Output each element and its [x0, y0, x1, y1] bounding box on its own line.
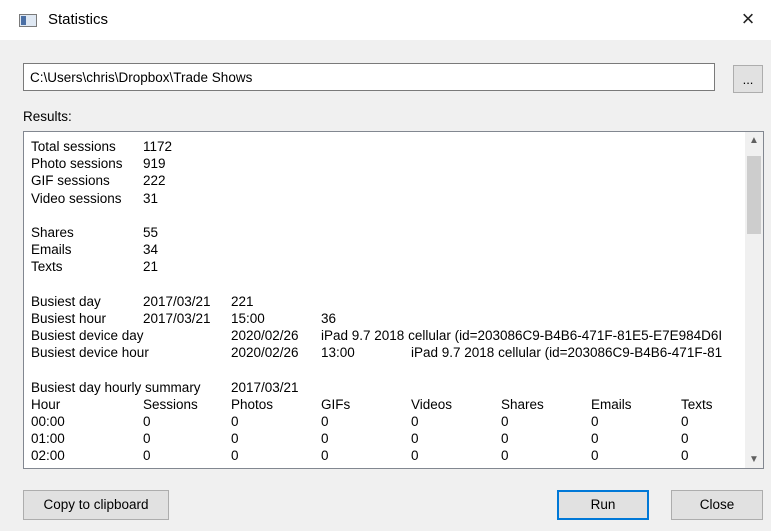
- stat-value: 1172: [143, 139, 173, 154]
- hourly-summary-date: 2017/03/21: [231, 379, 299, 395]
- results-content: Total sessions 1172 Photo sessions 919 G…: [31, 138, 743, 464]
- table-cell: 0: [591, 431, 599, 447]
- scroll-thumb[interactable]: [747, 156, 761, 234]
- stat-label: Busiest device hour: [31, 345, 149, 361]
- stat-value: 222: [143, 173, 166, 189]
- stat-date: 2020/02/26: [231, 345, 299, 361]
- column-header: Texts: [681, 396, 713, 412]
- table-cell: 0: [321, 431, 329, 447]
- stat-value: 21: [143, 259, 159, 275]
- run-button[interactable]: Run: [557, 490, 649, 520]
- stat-date: 2017/03/21: [143, 293, 211, 309]
- stat-value: 31: [143, 190, 159, 206]
- stat-date: 2017/03/21: [143, 310, 211, 326]
- scroll-down-icon[interactable]: ▼: [745, 451, 763, 468]
- stat-row-busiest-hour: Busiest hour 2017/03/21 15:00 36: [31, 310, 743, 327]
- stat-label: Video sessions: [31, 190, 122, 206]
- stat-label: Photo sessions: [31, 156, 123, 172]
- scroll-up-icon[interactable]: ▲: [745, 132, 763, 149]
- stat-date: 2020/02/26: [231, 328, 299, 344]
- stat-row-shares: Shares 55: [31, 224, 743, 241]
- table-cell: 0: [143, 431, 151, 447]
- stat-time: 13:00: [321, 345, 355, 361]
- stat-row-photo-sessions: Photo sessions 919: [31, 155, 743, 172]
- browse-button[interactable]: ...: [733, 65, 763, 93]
- table-cell: 0: [321, 414, 329, 429]
- hourly-summary-title-row: Busiest day hourly summary 2017/03/21: [31, 379, 743, 396]
- hourly-table-header: Hour Sessions Photos GIFs Videos Shares …: [31, 396, 743, 413]
- column-header: Hour: [31, 396, 61, 412]
- copy-to-clipboard-button[interactable]: Copy to clipboard: [23, 490, 169, 520]
- stat-label: GIF sessions: [31, 173, 110, 189]
- table-cell: 0: [143, 414, 151, 429]
- table-cell: 0: [231, 414, 239, 429]
- stat-time: 15:00: [231, 310, 265, 326]
- table-cell: 0: [681, 414, 689, 429]
- stat-row-busiest-device-day: Busiest device day 2020/02/26 iPad 9.7 2…: [31, 327, 743, 344]
- table-row: 02:00 0 0 0 0 0 0 0: [31, 447, 743, 464]
- stat-row-emails: Emails 34: [31, 241, 743, 258]
- stat-row-gif-sessions: GIF sessions 222: [31, 172, 743, 189]
- stat-label: Busiest day: [31, 293, 101, 309]
- column-header: GIFs: [321, 396, 351, 412]
- title-bar: Statistics ×: [0, 0, 771, 40]
- stat-label: Emails: [31, 242, 72, 258]
- table-cell: 00:00: [31, 414, 65, 429]
- stat-label: Shares: [31, 224, 74, 240]
- hourly-summary-label: Busiest day hourly summary: [31, 379, 201, 395]
- stat-device: iPad 9.7 2018 cellular (id=203086C9-B4B6…: [411, 345, 723, 361]
- stat-row-video-sessions: Video sessions 31: [31, 190, 743, 207]
- window-title: Statistics: [48, 11, 109, 28]
- column-header: Photos: [231, 396, 274, 412]
- table-row: 01:00 0 0 0 0 0 0 0: [31, 430, 743, 447]
- table-cell: 0: [501, 448, 509, 464]
- stat-label: Texts: [31, 259, 63, 275]
- stat-label: Total sessions: [31, 139, 116, 154]
- folder-path-field[interactable]: [23, 63, 715, 91]
- stat-label: Busiest device day: [31, 328, 144, 344]
- stat-device: iPad 9.7 2018 cellular (id=203086C9-B4B6…: [321, 328, 723, 344]
- column-header: Sessions: [143, 396, 198, 412]
- stat-value: 221: [231, 293, 254, 309]
- column-header: Emails: [591, 396, 632, 412]
- results-label: Results:: [23, 109, 72, 124]
- app-window-icon: [19, 14, 37, 27]
- table-cell: 0: [143, 448, 151, 464]
- table-cell: 0: [411, 448, 419, 464]
- column-header: Shares: [501, 396, 544, 412]
- column-header: Videos: [411, 396, 453, 412]
- stat-value: 36: [321, 310, 337, 326]
- stat-row-busiest-day: Busiest day 2017/03/21 221: [31, 293, 743, 310]
- stat-row-texts: Texts 21: [31, 258, 743, 275]
- table-cell: 0: [231, 431, 239, 447]
- table-cell: 0: [411, 431, 419, 447]
- results-text-area[interactable]: Total sessions 1172 Photo sessions 919 G…: [23, 131, 764, 469]
- table-cell: 02:00: [31, 448, 65, 464]
- table-cell: 0: [231, 448, 239, 464]
- table-cell: 01:00: [31, 431, 65, 447]
- stat-row-total-sessions: Total sessions 1172: [31, 138, 743, 155]
- vertical-scrollbar[interactable]: ▲ ▼: [745, 132, 763, 468]
- stat-value: 34: [143, 242, 159, 258]
- table-cell: 0: [591, 414, 599, 429]
- table-cell: 0: [681, 431, 689, 447]
- stat-value: 55: [143, 224, 159, 240]
- stat-value: 919: [143, 156, 166, 172]
- table-cell: 0: [501, 414, 509, 429]
- stat-row-busiest-device-hour: Busiest device hour 2020/02/26 13:00 iPa…: [31, 344, 743, 361]
- table-cell: 0: [501, 431, 509, 447]
- table-cell: 0: [681, 448, 689, 464]
- close-window-icon[interactable]: ×: [725, 0, 771, 40]
- table-cell: 0: [411, 414, 419, 429]
- table-cell: 0: [591, 448, 599, 464]
- table-cell: 0: [321, 448, 329, 464]
- table-row: 00:00 0 0 0 0 0 0 0: [31, 413, 743, 430]
- close-button[interactable]: Close: [671, 490, 763, 520]
- stat-label: Busiest hour: [31, 310, 107, 326]
